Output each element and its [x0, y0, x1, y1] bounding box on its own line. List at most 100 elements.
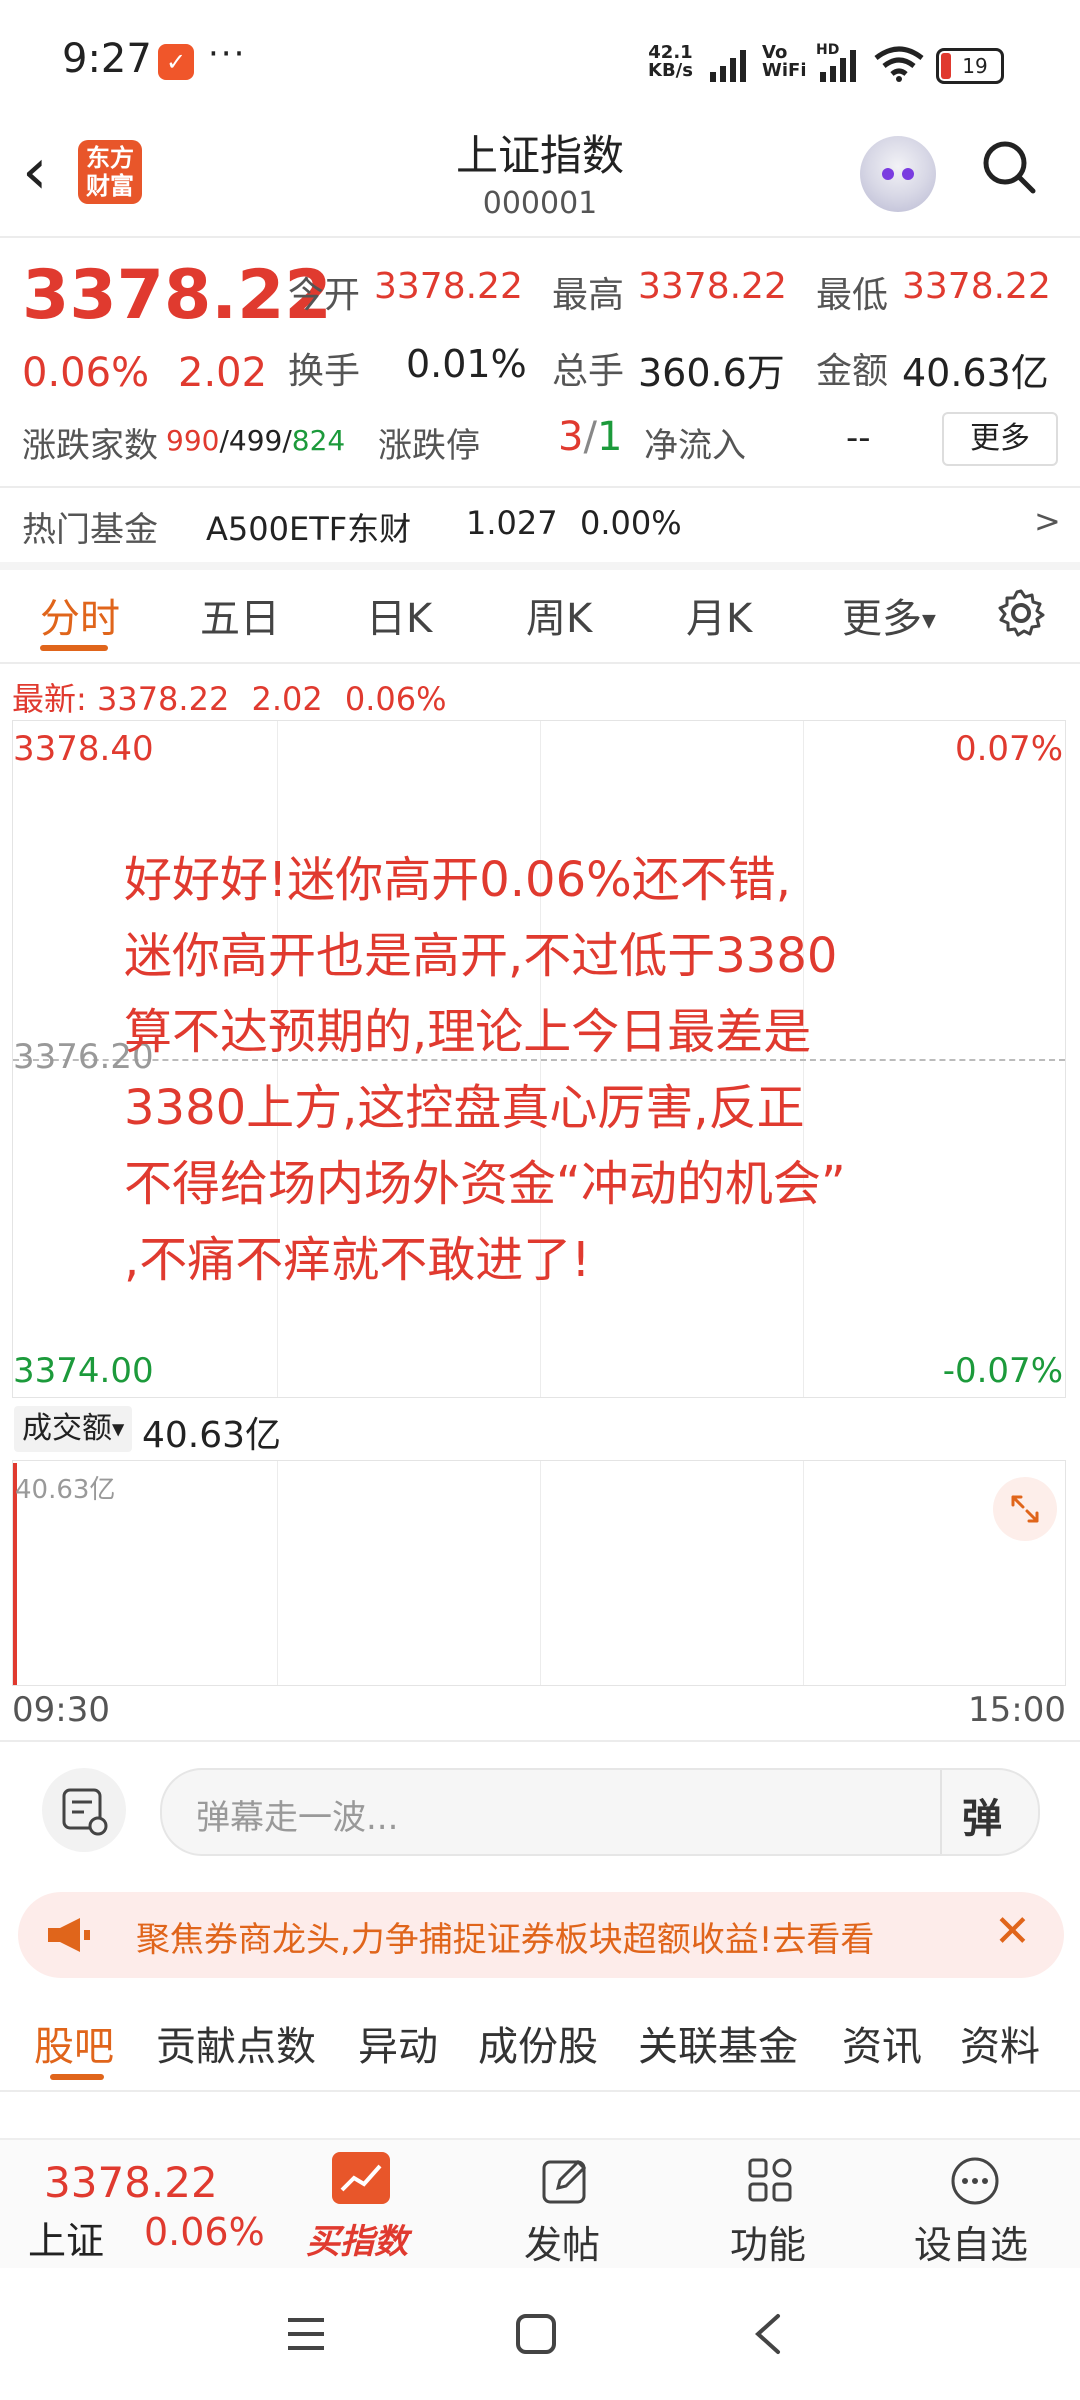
chevron-right-icon: > [1034, 502, 1061, 540]
signal-icon [710, 50, 746, 82]
high-label: 最高 [552, 275, 625, 316]
buy-index-button[interactable]: 买指数 [296, 2148, 426, 2264]
battery-level: 19 [962, 54, 988, 78]
limit-label: 涨跌停 [378, 426, 480, 466]
divider [0, 2090, 1080, 2092]
tab-contribution[interactable]: 贡献点数 [156, 2014, 316, 2072]
divider [976, 1892, 978, 1978]
section-gap [0, 562, 1080, 570]
volume-total: 40.63亿 [142, 1415, 282, 1456]
divider [940, 1770, 942, 1854]
tab-profile[interactable]: 资料 [960, 2014, 1040, 2072]
limit-counts: 3/1 [558, 414, 622, 460]
latest-pct: 0.06% [344, 680, 447, 718]
promo-banner[interactable]: 聚焦券商龙头,力争捕捉证券板块超额收益!去看看 ✕ [18, 1892, 1064, 1978]
comment-list-button[interactable] [42, 1768, 126, 1852]
wifi-icon [874, 46, 924, 82]
breadth-label: 涨跌家数 [22, 426, 158, 466]
tab-intraday[interactable]: 分时 [40, 586, 120, 644]
volume-selector[interactable]: 成交额▼ [14, 1406, 133, 1452]
more-button[interactable]: 更多 [942, 412, 1058, 466]
low-label: 最低 [816, 275, 889, 316]
amount-label: 金额 [816, 351, 889, 392]
close-icon[interactable]: ✕ [994, 1906, 1031, 1957]
down-count: 824 [291, 424, 346, 457]
hot-fund-name: A500ETF东财 [206, 510, 412, 548]
overlay-line: 算不达预期的,理论上今日最差是 [124, 1004, 812, 1060]
robot-assistant-icon[interactable] [860, 136, 936, 212]
tab-news[interactable]: 资讯 [842, 2014, 922, 2072]
grid-line [277, 1461, 278, 1685]
post-button[interactable]: 发帖 [510, 2148, 620, 2267]
hot-fund-label: 热门基金 [22, 510, 158, 550]
home-icon[interactable] [514, 2312, 558, 2356]
change-value: 2.02 [178, 350, 268, 396]
bottom-toolbar: 3378.22 上证 0.06% 买指数 发帖 功能 设自选 [0, 2138, 1080, 2270]
volume-value: 360.6万 [638, 351, 785, 395]
vowifi-icon: Vo WiFi [762, 42, 807, 81]
system-nav-bar [0, 2268, 1080, 2400]
danmu-input[interactable]: 弹幕走一波... 弹 [160, 1768, 1040, 1856]
amount-value: 40.63亿 [902, 351, 1049, 395]
current-price: 3378.22 [22, 256, 332, 335]
volume-label: 总手 [552, 351, 625, 392]
tab-monthly-k[interactable]: 月K [686, 586, 752, 644]
divider [0, 662, 1080, 664]
tab-related-funds[interactable]: 关联基金 [638, 2014, 798, 2072]
back-nav-icon[interactable] [750, 2312, 786, 2356]
expand-button[interactable] [993, 1477, 1057, 1541]
turnover-value: 0.01% [406, 342, 527, 386]
latest-quote-line: 最新: 3378.22 2.02 0.06% [12, 674, 447, 720]
promo-text: 聚焦券商龙头,力争捕捉证券板块超额收益!去看看 [136, 1920, 875, 1960]
volume-chart[interactable]: 40.63亿 [12, 1460, 1066, 1686]
netflow-label: 净流入 [644, 426, 746, 466]
footer-pct: 0.06% [144, 2210, 265, 2254]
add-watchlist-button[interactable]: 设自选 [904, 2148, 1044, 2267]
change-pct: 0.06% [22, 350, 150, 396]
function-button[interactable]: 功能 [716, 2148, 826, 2267]
net-speed-unit: KB/s [648, 60, 693, 81]
time-axis-end: 15:00 [968, 1690, 1066, 1730]
index-summary[interactable]: 3378.22 上证 0.06% [0, 2140, 280, 2270]
divider [0, 1740, 1080, 1742]
function-label: 功能 [730, 2223, 807, 2267]
overlay-comment-text: 好好好!迷你高开0.06%还不错, 迷你高开也是高开,不过低于3380 算不达预… [124, 842, 1024, 1298]
trend-chart-icon [332, 2152, 390, 2204]
settings-gear-icon[interactable] [996, 588, 1046, 638]
grid-apps-icon [748, 2158, 792, 2202]
footer-price: 3378.22 [44, 2158, 218, 2207]
more-circle-icon [951, 2157, 999, 2205]
buy-index-label: 买指数 [306, 2222, 408, 2262]
hot-fund-row[interactable]: 热门基金 A500ETF东财 1.027 0.00% > [0, 488, 1080, 562]
menu-icon[interactable] [284, 2314, 328, 2354]
tab-daily-k[interactable]: 日K [366, 586, 432, 644]
tab-anomaly[interactable]: 异动 [358, 2014, 438, 2072]
open-label: 今开 [288, 275, 361, 316]
signal-icon-2 [820, 50, 856, 82]
tab-weekly-k[interactable]: 周K [526, 586, 592, 644]
danmu-toggle-icon[interactable]: 弹 [962, 1786, 1002, 1844]
volume-selector-label: 成交额 [22, 1411, 112, 1446]
post-label: 发帖 [524, 2223, 601, 2267]
tab-more[interactable]: 更多▼ [842, 586, 936, 644]
tab-active-indicator [50, 2074, 104, 2080]
comment-list-icon [62, 1788, 108, 1836]
latest-label: 最新: [12, 680, 87, 718]
more-notifications-icon: ··· [208, 34, 247, 74]
tab-guba[interactable]: 股吧 [34, 2014, 114, 2072]
danmu-placeholder: 弹幕走一波... [196, 1798, 399, 1838]
y-axis-top: 3378.40 [13, 729, 154, 769]
tab-constituents[interactable]: 成份股 [478, 2014, 598, 2072]
hot-fund-price: 1.027 [466, 504, 558, 542]
megaphone-icon [48, 1918, 90, 1952]
tab-five-day[interactable]: 五日 [200, 586, 280, 644]
latest-price: 3378.22 [96, 680, 230, 718]
latest-change: 2.02 [251, 680, 323, 718]
net-speed: 42.1 KB/s [648, 44, 693, 80]
tab-active-indicator [40, 645, 108, 651]
overlay-line: 好好好!迷你高开0.06%还不错, [124, 852, 791, 908]
overlay-line: ,不痛不痒就不敢进了! [124, 1232, 591, 1288]
open-value: 3378.22 [374, 266, 523, 307]
tab-more-label: 更多 [842, 596, 922, 642]
search-icon[interactable] [982, 140, 1036, 194]
